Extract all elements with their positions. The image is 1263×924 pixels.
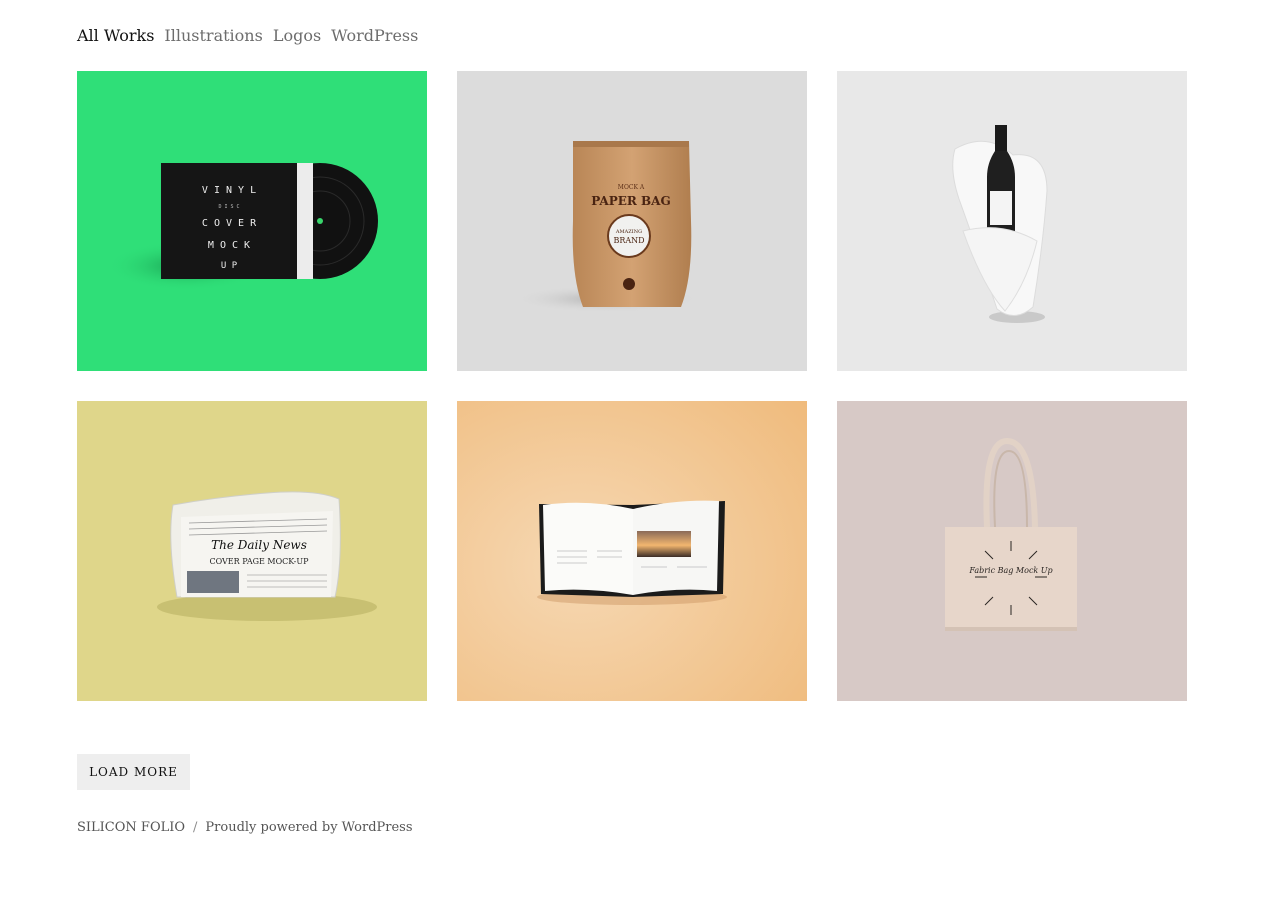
footer-powered-by-link[interactable]: Proudly powered by WordPress [205,820,412,835]
vinyl-text-line1: V I N Y L [202,185,256,196]
portfolio-item-newspaper[interactable]: The Daily News COVER PAGE MOCK-UP [77,401,427,701]
filter-all-works[interactable]: All Works [77,26,154,45]
portfolio-item-tote-bag[interactable]: Fabric Bag Mock Up [837,401,1187,701]
vinyl-text-line3: C O V E R [202,218,257,229]
filter-wordpress[interactable]: WordPress [331,26,418,45]
footer-site-name-link[interactable]: SILICON FOLIO [77,820,185,835]
vinyl-text-line4: M O C K [208,240,250,251]
paper-bag-top-text: MOCK A [618,184,645,191]
vinyl-text-line2: D I S C [218,204,239,210]
tote-bag-script-text: Fabric Bag Mock Up [968,566,1052,575]
vinyl-text-line5: U P [221,261,238,271]
site-footer: SILICON FOLIO / Proudly powered by WordP… [77,820,413,835]
newspaper-mockup-image: The Daily News COVER PAGE MOCK-UP [77,401,427,701]
portfolio-item-vinyl[interactable]: V I N Y L D I S C C O V E R M O C K U P [77,71,427,371]
wine-bottle-mockup-image [837,71,1187,371]
newspaper-headline: COVER PAGE MOCK-UP [209,557,309,566]
filter-logos[interactable]: Logos [273,26,321,45]
filter-illustrations[interactable]: Illustrations [164,26,262,45]
portfolio-item-book[interactable] [457,401,807,701]
paper-bag-title: PAPER BAG [591,194,670,208]
footer-separator: / [193,820,198,835]
portfolio-item-paper-bag[interactable]: MOCK A PAPER BAG AMAZING BRAND [457,71,807,371]
newspaper-masthead: The Daily News [211,538,307,552]
vinyl-mockup-image: V I N Y L D I S C C O V E R M O C K U P [77,71,427,371]
paper-bag-badge-line2: BRAND [613,236,644,245]
paper-bag-badge-line1: AMAZING [615,229,642,235]
portfolio-filter-nav: All Works Illustrations Logos WordPress [77,26,418,45]
tote-bag-mockup-image: Fabric Bag Mock Up [837,401,1187,701]
book-mockup-image [457,401,807,701]
portfolio-grid: V I N Y L D I S C C O V E R M O C K U P [77,71,1187,701]
portfolio-item-wine-bottle[interactable] [837,71,1187,371]
load-more-button[interactable]: LOAD MORE [77,754,190,790]
paper-bag-mockup-image: MOCK A PAPER BAG AMAZING BRAND [457,71,807,371]
